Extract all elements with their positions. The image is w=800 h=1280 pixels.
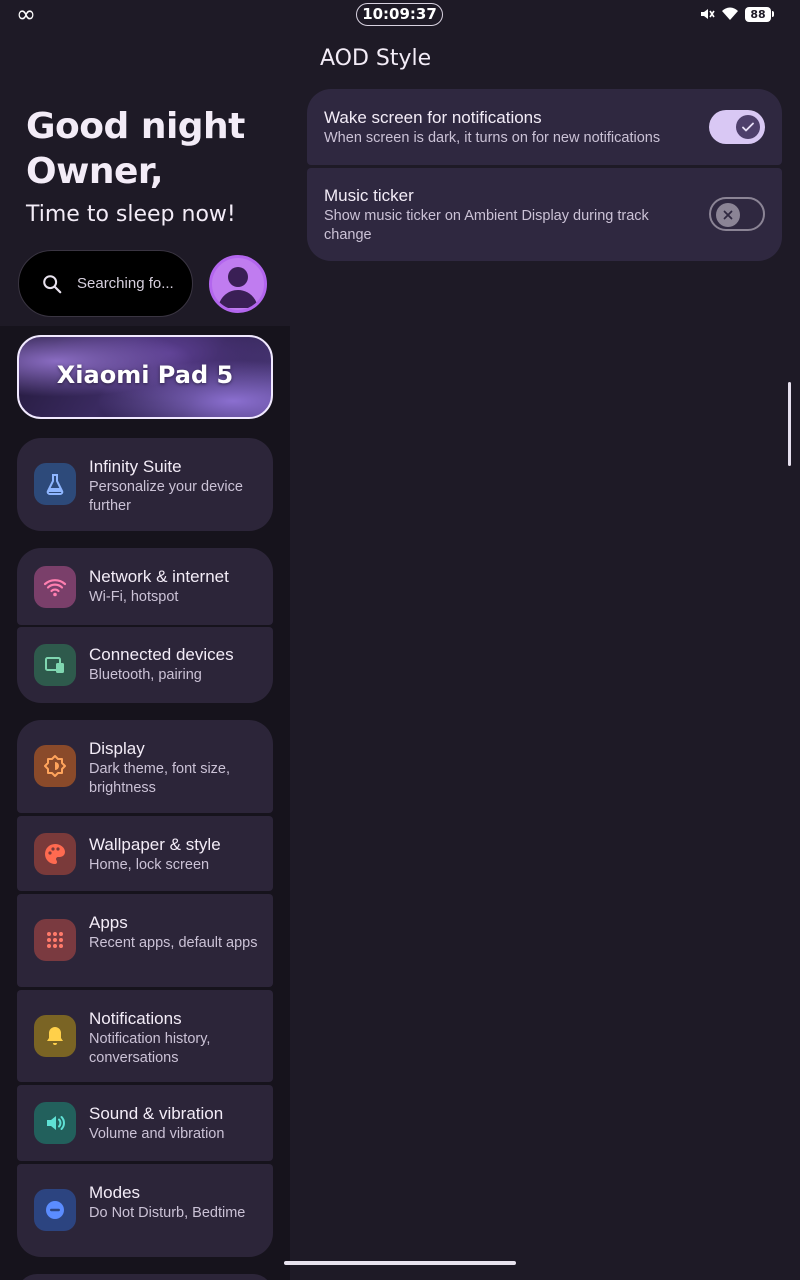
menu-item-subtitle: Volume and vibration (89, 1126, 225, 1142)
pref-music-ticker[interactable]: Music ticker Show music ticker on Ambien… (307, 168, 782, 261)
menu-item-subtitle: Notification history, conversations (89, 1031, 211, 1066)
menu-item-title: Notifications (89, 1009, 182, 1028)
page-title: AOD Style (320, 46, 432, 71)
wake-screen-toggle[interactable] (709, 110, 765, 144)
menu-item-apps[interactable]: Apps Recent apps, default apps (17, 894, 273, 987)
status-bar: ∞ 10:09:37 88 (0, 0, 800, 30)
menu-item-title: Modes (89, 1183, 141, 1202)
flask-icon (34, 463, 76, 505)
menu-item-network-internet[interactable]: Network & internet Wi-Fi, hotspot (17, 548, 273, 625)
search-placeholder: Searching fo... (77, 275, 174, 292)
check-icon (736, 115, 760, 139)
scrollbar[interactable] (788, 382, 791, 466)
menu-item-subtitle: Recent apps, default apps (89, 935, 258, 951)
menu-item-title: Network & internet (89, 567, 229, 586)
menu-item-wallpaper-style[interactable]: Wallpaper & style Home, lock screen (17, 816, 273, 891)
menu-item-partial[interactable] (17, 1274, 273, 1280)
mute-icon (701, 9, 715, 19)
apps-grid-icon (34, 919, 76, 961)
palette-icon (34, 833, 76, 875)
menu-item-title: Infinity Suite (89, 457, 182, 476)
gesture-navigation-bar[interactable] (284, 1261, 516, 1265)
menu-item-title: Display (89, 739, 145, 758)
search-icon (43, 274, 62, 293)
greeting-line-1: Good night (26, 106, 245, 147)
wifi-icon (34, 566, 76, 608)
aod-style-detail-pane: AOD Style Wake screen for notifications … (290, 30, 800, 1280)
menu-item-subtitle: Dark theme, font size, brightness (89, 761, 231, 796)
menu-item-infinity-suite[interactable]: Infinity Suite Personalize your device f… (17, 438, 273, 531)
menu-item-sound-vibration[interactable]: Sound & vibration Volume and vibration (17, 1085, 273, 1161)
menu-item-modes[interactable]: Modes Do Not Disturb, Bedtime (17, 1164, 273, 1257)
menu-item-subtitle: Bluetooth, pairing (89, 667, 202, 683)
pref-wake-screen[interactable]: Wake screen for notifications When scree… (307, 89, 782, 165)
bell-icon (34, 1015, 76, 1057)
menu-item-title: Apps (89, 913, 128, 932)
avatar[interactable] (209, 255, 267, 313)
greeting-header: Good night Owner, Time to sleep now! Sea… (0, 30, 290, 326)
menu-item-title: Sound & vibration (89, 1104, 224, 1123)
music-ticker-toggle[interactable] (709, 197, 765, 231)
device-name: Xiaomi Pad 5 (56, 361, 234, 389)
menu-item-subtitle: Do Not Disturb, Bedtime (89, 1205, 246, 1221)
account-icon (218, 267, 258, 308)
infinity-logo-icon: ∞ (16, 0, 36, 28)
menu-item-connected-devices[interactable]: Connected devices Bluetooth, pairing (17, 627, 273, 703)
devices-icon (34, 644, 76, 686)
pref-title: Wake screen for notifications (324, 108, 542, 127)
search-bar[interactable]: Searching fo... (18, 250, 193, 317)
close-icon (716, 203, 740, 227)
status-icons: 88 (699, 6, 774, 22)
menu-item-display[interactable]: Display Dark theme, font size, brightnes… (17, 720, 273, 813)
menu-item-title: Wallpaper & style (89, 835, 221, 854)
battery-level: 88 (745, 6, 771, 22)
greeting-title: Good night Owner, (26, 104, 245, 194)
pref-title: Music ticker (324, 186, 414, 205)
settings-list-pane: Good night Owner, Time to sleep now! Sea… (0, 30, 290, 1280)
device-info-banner[interactable]: Xiaomi Pad 5 (17, 335, 273, 419)
menu-item-subtitle: Wi-Fi, hotspot (89, 589, 179, 605)
speaker-icon (34, 1102, 76, 1144)
status-clock: 10:09:37 (356, 3, 443, 26)
wifi-status-icon (722, 7, 738, 20)
pref-subtitle: When screen is dark, it turns on for new… (324, 130, 661, 146)
greeting-line-2: Owner, (26, 151, 164, 192)
battery-icon: 88 (745, 6, 774, 22)
brightness-icon (34, 745, 76, 787)
menu-item-title: Connected devices (89, 645, 234, 664)
pref-subtitle: Show music ticker on Ambient Display dur… (324, 208, 649, 243)
dnd-icon (34, 1189, 76, 1231)
menu-item-notifications[interactable]: Notifications Notification history, conv… (17, 990, 273, 1082)
menu-item-subtitle: Personalize your device further (89, 479, 243, 514)
greeting-subtitle: Time to sleep now! (26, 202, 236, 227)
menu-item-subtitle: Home, lock screen (89, 857, 210, 873)
